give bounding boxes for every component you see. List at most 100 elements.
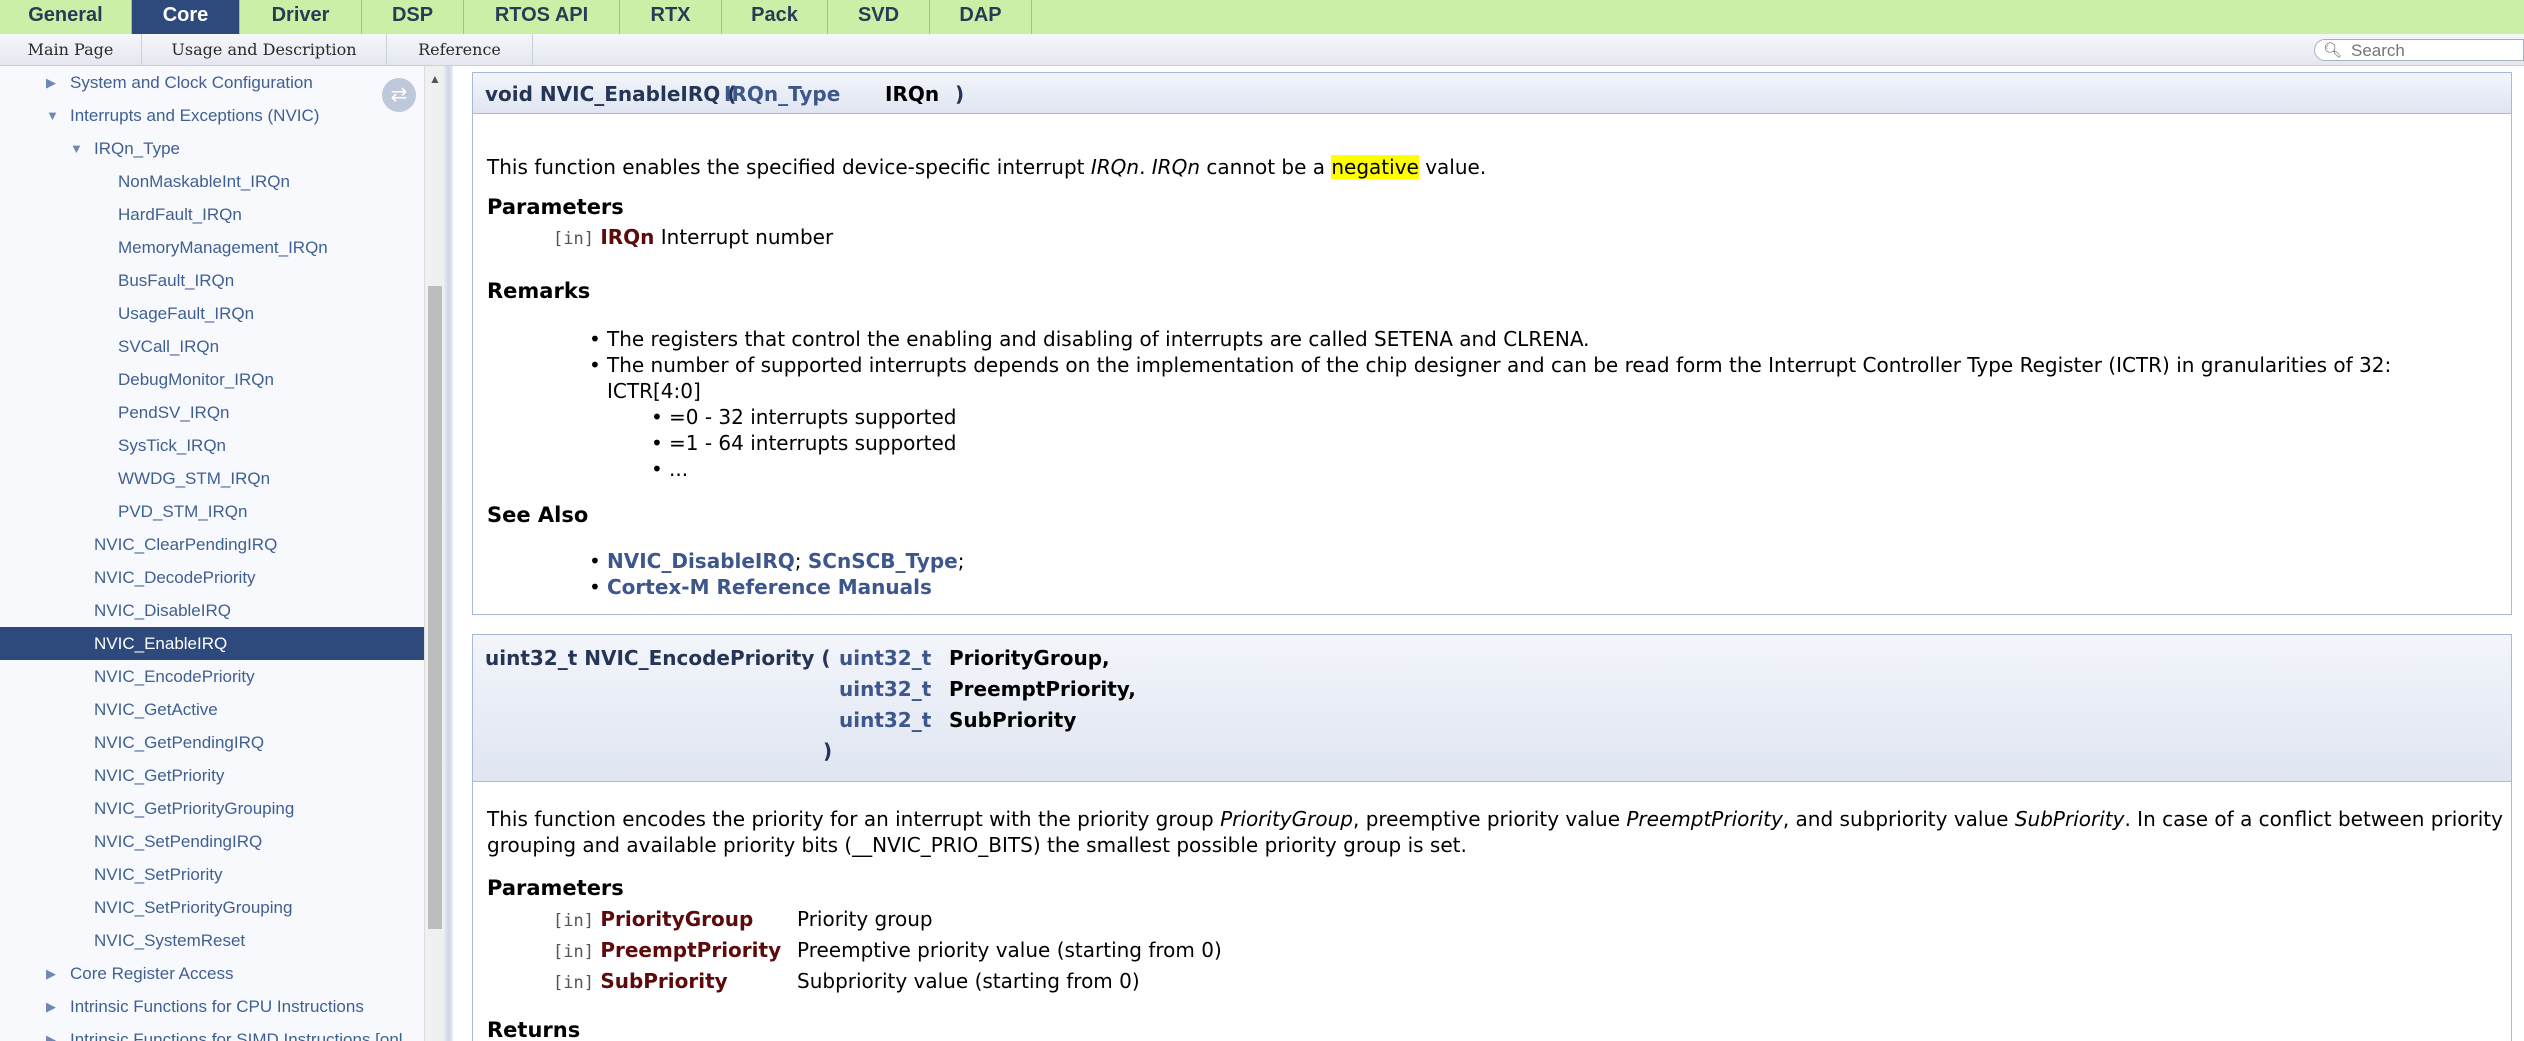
sidebar-item-intrinsic-simd[interactable]: ▶ Intrinsic Functions for SIMD Instructi… [0,1023,424,1041]
sidebar-item-label: NVIC_SetPriorityGrouping [94,898,293,917]
sidebar-item-label: IRQn_Type [94,139,180,158]
tab-rtos-api[interactable]: RTOS API [464,0,620,34]
sidebar-item-label: NVIC_GetActive [94,700,218,719]
link-cortex-m-manuals[interactable]: Cortex-M Reference Manuals [607,575,932,599]
param-desc: Subpriority value (starting from 0) [797,969,1140,993]
sidebar-item-label: UsageFault_IRQn [118,304,255,323]
expand-arrow-icon[interactable]: ▶ [46,1023,56,1041]
sidebar-item-getpriority[interactable]: NVIC_GetPriority [0,759,424,792]
param-row: [in] IRQn Interrupt number [553,225,834,249]
sidebar-item-system-clock[interactable]: ▶ System and Clock Configuration [0,66,424,99]
remark-item-continuation: ICTR[4:0] [607,379,701,403]
function-description: This function enables the specified devi… [487,155,1487,179]
see-also-heading: See Also [487,503,589,527]
remark-subitem: =1 - 64 interrupts supported [651,431,957,455]
sidebar-item-enableirq[interactable]: NVIC_EnableIRQ [0,627,424,660]
sidebar-item-intrinsic-cpu[interactable]: ▶ Intrinsic Functions for CPU Instructio… [0,990,424,1023]
expand-arrow-icon[interactable]: ▶ [46,957,56,990]
sidebar-item-label: NVIC_ClearPendingIRQ [94,535,278,554]
nav-reference[interactable]: Reference [387,34,533,65]
tab-rtx[interactable]: RTX [620,0,722,34]
function-description: This function encodes the priority for a… [487,807,2503,831]
proto-prefix: uint32_t NVIC_EncodePriority ( [485,646,831,670]
sync-toc-icon[interactable]: ⇄ [382,78,416,112]
sidebar-item-debugmonitor[interactable]: DebugMonitor_IRQn [0,363,424,396]
tab-core[interactable]: Core [132,0,240,34]
sidebar-item-memorymanagement[interactable]: MemoryManagement_IRQn [0,231,424,264]
sidebar-item-systick[interactable]: SysTick_IRQn [0,429,424,462]
tab-dap[interactable]: DAP [930,0,1032,34]
sidebar-item-wwdg-stm[interactable]: WWDG_STM_IRQn [0,462,424,495]
sidebar-item-getprioritygrouping[interactable]: NVIC_GetPriorityGrouping [0,792,424,825]
returns-heading: Returns [487,1018,581,1041]
collapse-arrow-icon[interactable]: ▼ [70,132,83,165]
tab-driver[interactable]: Driver [240,0,362,34]
sidebar-item-decodepriority[interactable]: NVIC_DecodePriority [0,561,424,594]
proto-param-name: IRQn [885,82,940,106]
expand-arrow-icon[interactable]: ▶ [46,990,56,1023]
link-disableirq[interactable]: NVIC_DisableIRQ [607,549,795,573]
tab-pack[interactable]: Pack [722,0,828,34]
sidebar-item-pendsv[interactable]: PendSV_IRQn [0,396,424,429]
sidebar-tree: ▶ System and Clock Configuration ▼ Inter… [0,66,424,1041]
sidebar-item-interrupts[interactable]: ▼ Interrupts and Exceptions (NVIC) [0,99,424,132]
function-prototype: uint32_t NVIC_EncodePriority ( uint32_t … [473,635,2511,782]
see-also-item: Cortex-M Reference Manuals [589,575,932,599]
sidebar-item-label: WWDG_STM_IRQn [118,469,271,488]
sidebar-item-disableirq[interactable]: NVIC_DisableIRQ [0,594,424,627]
sidebar-item-clearpendingirq[interactable]: NVIC_ClearPendingIRQ [0,528,424,561]
sidebar-item-label: NonMaskableInt_IRQn [118,172,290,191]
sidebar-item-nonmaskableint[interactable]: NonMaskableInt_IRQn [0,165,424,198]
expand-arrow-icon[interactable]: ▶ [46,66,56,99]
sidebar-item-setpriority[interactable]: NVIC_SetPriority [0,858,424,891]
sidebar-item-setprioritygrouping[interactable]: NVIC_SetPriorityGrouping [0,891,424,924]
link-scnscb-type[interactable]: SCnSCB_Type [808,549,958,573]
sidebar-item-label: BusFault_IRQn [118,271,235,290]
sidebar-item-systemreset[interactable]: NVIC_SystemReset [0,924,424,957]
sidebar-item-encodepriority[interactable]: NVIC_EncodePriority [0,660,424,693]
proto-param-type-link[interactable]: IRQn_Type [724,82,840,106]
proto-close: ) [823,739,833,763]
sidebar-item-label: NVIC_GetPendingIRQ [94,733,265,752]
sidebar-item-core-register-access[interactable]: ▶ Core Register Access [0,957,424,990]
pane-splitter[interactable] [444,66,453,1041]
sidebar-item-pvd-stm[interactable]: PVD_STM_IRQn [0,495,424,528]
nav-main-page[interactable]: Main Page [0,34,142,65]
tab-svd[interactable]: SVD [828,0,930,34]
sidebar-item-label: Interrupts and Exceptions (NVIC) [70,106,320,125]
sidebar-item-label: NVIC_GetPriority [94,766,225,785]
remark-subitem: =0 - 32 interrupts supported [651,405,957,429]
sidebar-item-label: Intrinsic Functions for SIMD Instruction… [70,1030,403,1041]
sidebar-scrollbar[interactable]: ▲ [424,66,445,1041]
proto-arg-name: SubPriority [949,708,1077,732]
sidebar-item-label: System and Clock Configuration [70,73,313,92]
scrollbar-thumb[interactable] [428,286,442,929]
param-row: [in] SubPriority [553,969,728,993]
param-row: [in] PriorityGroup [553,907,754,931]
search-icon[interactable]: 🔍︎ [2323,41,2342,59]
scroll-up-icon[interactable]: ▲ [429,72,441,86]
sidebar-item-label: NVIC_DisableIRQ [94,601,231,620]
tab-dsp[interactable]: DSP [362,0,464,34]
search-box[interactable]: 🔍︎ [2314,39,2524,61]
sidebar-item-setpendingirq[interactable]: NVIC_SetPendingIRQ [0,825,424,858]
sidebar-item-label: SVCall_IRQn [118,337,220,356]
proto-prefix: void NVIC_EnableIRQ ( [485,82,737,106]
sidebar-item-busfault[interactable]: BusFault_IRQn [0,264,424,297]
sidebar-item-usagefault[interactable]: UsageFault_IRQn [0,297,424,330]
tab-general[interactable]: General [0,0,132,34]
remark-item: The registers that control the enabling … [589,327,1589,351]
sidebar-item-svcall[interactable]: SVCall_IRQn [0,330,424,363]
sidebar-item-getpendingirq[interactable]: NVIC_GetPendingIRQ [0,726,424,759]
collapse-arrow-icon[interactable]: ▼ [46,99,59,132]
sidebar-item-label: NVIC_EncodePriority [94,667,255,686]
param-desc: Preemptive priority value (starting from… [797,938,1222,962]
sidebar-item-label: NVIC_EnableIRQ [94,634,228,653]
sidebar-item-getactive[interactable]: NVIC_GetActive [0,693,424,726]
sidebar-item-irqn-type[interactable]: ▼ IRQn_Type [0,132,424,165]
nav-usage-and-description[interactable]: Usage and Description [142,34,387,65]
search-input[interactable] [2349,41,2523,61]
sidebar-item-hardfault[interactable]: HardFault_IRQn [0,198,424,231]
parameters-heading: Parameters [487,876,624,900]
proto-arg-type: uint32_t [839,708,932,732]
